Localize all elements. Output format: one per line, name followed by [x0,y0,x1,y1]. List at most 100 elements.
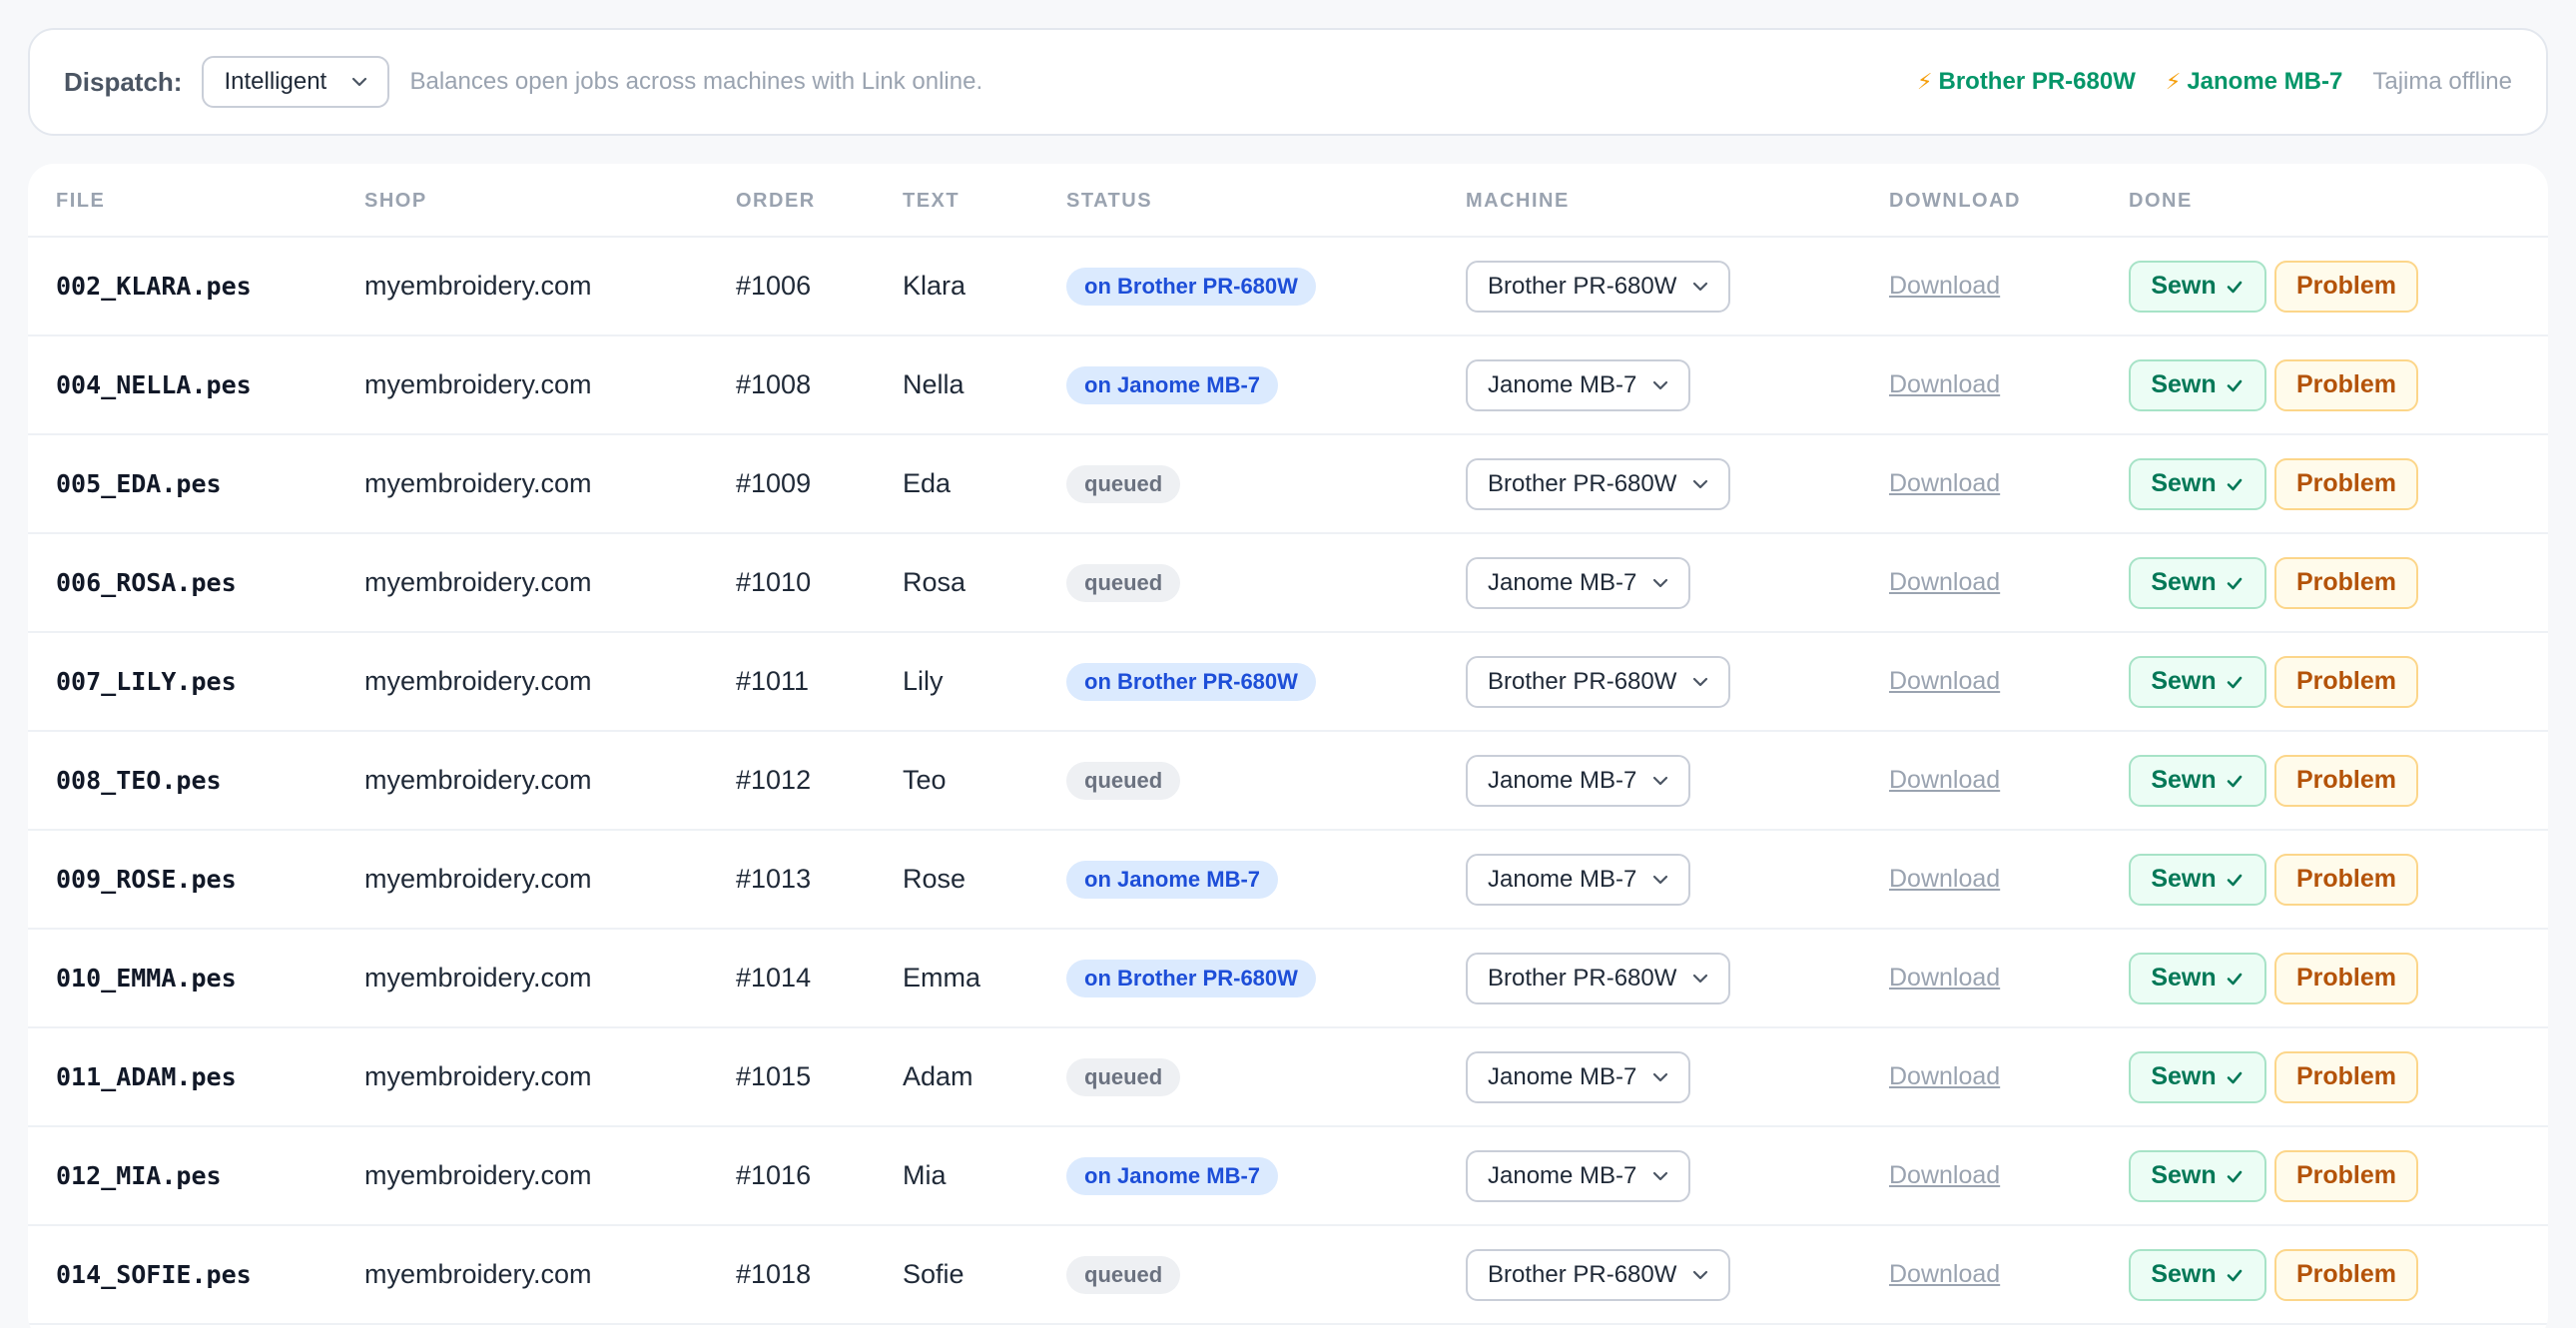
table-row: 012_MIA.pes myembroidery.com #1016 Mia o… [28,1127,2548,1226]
shop-name: myembroidery.com [364,864,592,894]
sewn-button-label: Sewn [2151,1260,2217,1288]
machine-select[interactable]: Janome MB-7 [1466,556,1691,609]
lightning-icon: ⚡ [2165,69,2182,94]
download-link[interactable]: Download [1889,370,2000,399]
sewn-button[interactable]: Sewn [2129,1248,2266,1301]
status-badge: on Brother PR-680W [1066,662,1316,701]
download-link[interactable]: Download [1889,568,2000,597]
problem-button[interactable]: Problem [2274,1248,2418,1301]
problem-button[interactable]: Problem [2274,754,2418,807]
sewn-button[interactable]: Sewn [2129,1050,2266,1103]
machine-select-value: Brother PR-680W [1488,1260,1677,1288]
shop-name: myembroidery.com [364,567,592,597]
download-link[interactable]: Download [1889,272,2000,301]
sewn-button[interactable]: Sewn [2129,853,2266,906]
problem-button[interactable]: Problem [2274,260,2418,313]
machine-select[interactable]: Brother PR-680W [1466,457,1731,510]
status-badge: on Brother PR-680W [1066,267,1316,306]
file-name: 004_NELLA.pes [56,370,252,399]
embroidery-text: Lily [903,666,944,696]
shop-name: myembroidery.com [364,963,592,993]
download-link[interactable]: Download [1889,766,2000,795]
dispatch-mode-select[interactable]: Intelligent [202,56,390,108]
chevron-down-icon [1653,875,1668,884]
column-header-shop: SHOP [364,190,427,212]
machine-status-online: ⚡ Brother PR-680W [1917,68,2136,96]
machine-select[interactable]: Janome MB-7 [1466,853,1691,906]
shop-name: myembroidery.com [364,468,592,498]
problem-button[interactable]: Problem [2274,457,2418,510]
problem-button[interactable]: Problem [2274,1050,2418,1103]
download-link[interactable]: Download [1889,865,2000,894]
sewn-button[interactable]: Sewn [2129,556,2266,609]
shop-name: myembroidery.com [364,369,592,399]
sewn-button-label: Sewn [2151,1161,2217,1189]
sewn-button-label: Sewn [2151,568,2217,596]
status-badge: queued [1066,464,1181,503]
problem-button[interactable]: Problem [2274,853,2418,906]
chevron-down-icon [1653,578,1668,587]
chevron-down-icon [1693,677,1708,686]
problem-button[interactable]: Problem [2274,556,2418,609]
machine-status-online: ⚡ Janome MB-7 [2166,68,2343,96]
check-icon [2227,281,2242,293]
download-link[interactable]: Download [1889,469,2000,498]
embroidery-text: Rosa [903,567,966,597]
order-number: #1016 [736,1160,812,1190]
download-link[interactable]: Download [1889,1260,2000,1289]
download-link[interactable]: Download [1889,1161,2000,1190]
status-badge: queued [1066,1057,1181,1096]
column-header-machine: MACHINE [1466,190,1570,212]
machine-select[interactable]: Janome MB-7 [1466,358,1691,411]
machine-select[interactable]: Janome MB-7 [1466,1050,1691,1103]
check-icon [2227,1170,2242,1182]
sewn-button[interactable]: Sewn [2129,655,2266,708]
order-number: #1014 [736,963,812,993]
sewn-button-label: Sewn [2151,667,2217,695]
sewn-button[interactable]: Sewn [2129,457,2266,510]
problem-button[interactable]: Problem [2274,655,2418,708]
table-row: 010_EMMA.pes myembroidery.com #1014 Emma… [28,930,2548,1028]
machine-select[interactable]: Janome MB-7 [1466,1149,1691,1202]
embroidery-text: Mia [903,1160,947,1190]
chevron-down-icon [1693,479,1708,488]
sewn-button[interactable]: Sewn [2129,754,2266,807]
sewn-button[interactable]: Sewn [2129,1149,2266,1202]
machine-select-value: Janome MB-7 [1488,766,1637,794]
embroidery-text: Sofie [903,1259,965,1289]
table-header: FILE SHOP ORDER TEXT STATUS MACHINE DOWN… [28,164,2548,238]
download-link[interactable]: Download [1889,964,2000,993]
check-icon [2227,973,2242,985]
check-icon [2227,1071,2242,1083]
column-header-order: ORDER [736,190,816,212]
machine-select[interactable]: Janome MB-7 [1466,754,1691,807]
machine-select[interactable]: Brother PR-680W [1466,1248,1731,1301]
column-header-file: FILE [56,190,106,212]
status-badge: on Janome MB-7 [1066,365,1279,404]
download-link[interactable]: Download [1889,667,2000,696]
sewn-button-label: Sewn [2151,370,2217,398]
download-link[interactable]: Download [1889,1062,2000,1091]
check-icon [2227,1269,2242,1281]
file-name: 002_KLARA.pes [56,272,252,301]
sewn-button[interactable]: Sewn [2129,358,2266,411]
chevron-down-icon [1653,1072,1668,1081]
shop-name: myembroidery.com [364,1061,592,1091]
shop-name: myembroidery.com [364,1160,592,1190]
column-header-done: DONE [2129,190,2193,212]
order-number: #1008 [736,369,812,399]
machine-select[interactable]: Brother PR-680W [1466,260,1731,313]
sewn-button[interactable]: Sewn [2129,260,2266,313]
problem-button[interactable]: Problem [2274,952,2418,1004]
sewn-button[interactable]: Sewn [2129,952,2266,1004]
embroidery-text: Adam [903,1061,973,1091]
machine-select[interactable]: Brother PR-680W [1466,952,1731,1004]
status-badge: on Brother PR-680W [1066,959,1316,997]
problem-button[interactable]: Problem [2274,358,2418,411]
machine-select-value: Janome MB-7 [1488,1062,1637,1090]
machine-select[interactable]: Brother PR-680W [1466,655,1731,708]
chevron-down-icon [1693,1270,1708,1279]
order-number: #1015 [736,1061,812,1091]
machine-name: Janome MB-7 [2187,68,2343,95]
problem-button[interactable]: Problem [2274,1149,2418,1202]
